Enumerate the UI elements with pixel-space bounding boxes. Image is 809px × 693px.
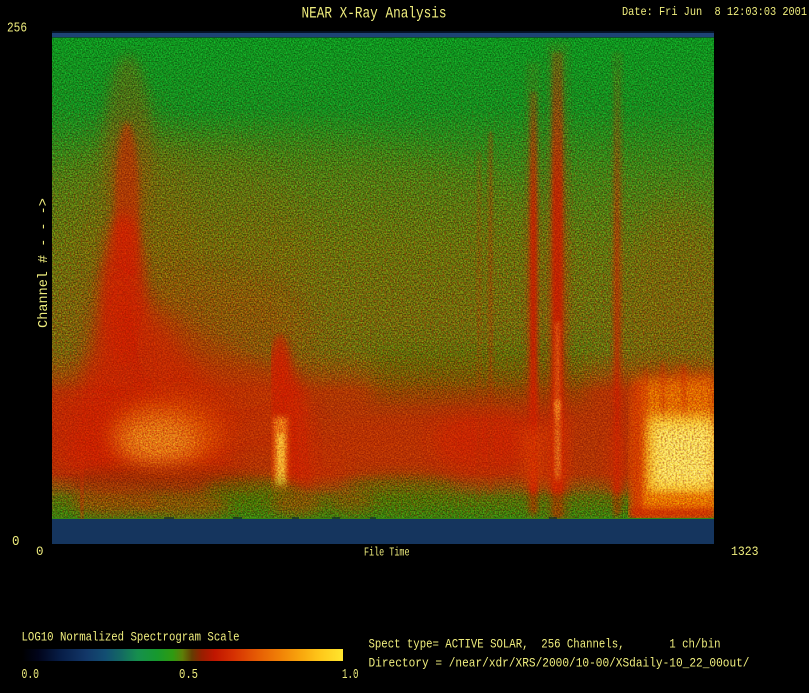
svg-text:1.0: 1.0 (342, 668, 359, 683)
svg-text:Channel # - - ->: Channel # - - -> (37, 198, 52, 328)
svg-text:0.0: 0.0 (22, 668, 40, 683)
svg-text:Date: Fri Jun 8 12:03:03 2001: Date: Fri Jun 8 12:03:03 2001 (622, 5, 807, 19)
svg-text:0: 0 (36, 544, 44, 559)
svg-text:0: 0 (12, 535, 20, 550)
svg-text:Spect type= ACTIVE SOLAR, 256: Spect type= ACTIVE SOLAR, 256 Channels, … (369, 638, 721, 652)
svg-text:Directory = /near/xdr/XRS/2000: Directory = /near/xdr/XRS/2000/10-00/XSd… (369, 657, 750, 671)
svg-text:256: 256 (7, 22, 27, 37)
svg-text:NEAR X-Ray Analysis: NEAR X-Ray Analysis (302, 5, 447, 23)
svg-text:1323: 1323 (731, 544, 759, 559)
svg-text:File Time: File Time (364, 546, 410, 560)
svg-text:LOG10 Normalized Spectrogram S: LOG10 Normalized Spectrogram Scale (22, 630, 240, 645)
svg-text:0.5: 0.5 (179, 668, 198, 683)
